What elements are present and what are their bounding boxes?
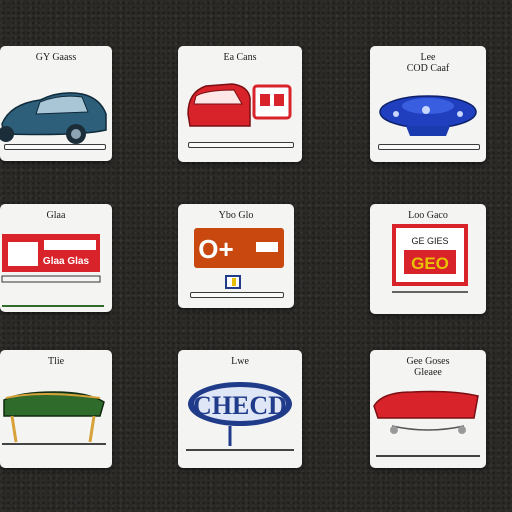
red-sign-board-icon: GE GIES GEO [392,224,468,293]
card-title: Loo Gaco [408,210,448,221]
card-title: GY Gaass [35,52,77,63]
card-5[interactable]: Ybo Glo O+ [178,204,294,308]
card-title: Gee Goses Gleaee [406,356,450,378]
green-cart-icon [2,391,106,445]
card-title: Ybo Glo [218,210,254,221]
progress-bar [190,292,284,298]
progress-bar [188,142,294,148]
sign-big-text: GEO [411,254,449,273]
sign-text: CHECD [193,391,287,420]
red-dashboard-icon: Glaa Glas [1,234,104,307]
card-title: Glaa [46,210,66,221]
card-1[interactable]: GY Gaass [0,46,112,161]
red-car-top-icon [373,390,480,457]
card-title: Lwe [231,356,249,367]
card-title: Tlie [47,356,65,367]
progress-bar [378,144,480,150]
card-6[interactable]: Loo Gaco GE GIES GEO [370,204,486,314]
red-minivan-icon [187,83,292,127]
sign-text: O+ [198,234,233,264]
blue-oval-sign-icon: CHECD [186,382,294,451]
blue-flying-saucer-car-icon [379,95,477,136]
card-8[interactable]: Lwe CHECD [178,350,302,468]
card-2[interactable]: Ea Cans [178,46,302,162]
orange-sign-icon: O+ [194,228,284,289]
card-7[interactable]: Tlie [0,350,112,468]
sign-text: GE GIES [411,236,448,246]
progress-bar [4,144,106,150]
card-3[interactable]: Lee COD Caaf [370,46,486,162]
card-title: Ea Cans [223,52,257,63]
card-9[interactable]: Gee Goses Gleaee [370,350,486,468]
card-4[interactable]: Glaa Glaa Glas [0,204,112,312]
card-title: Lee COD Caaf [406,52,450,74]
sign-text: Glaa Glas [43,256,90,267]
